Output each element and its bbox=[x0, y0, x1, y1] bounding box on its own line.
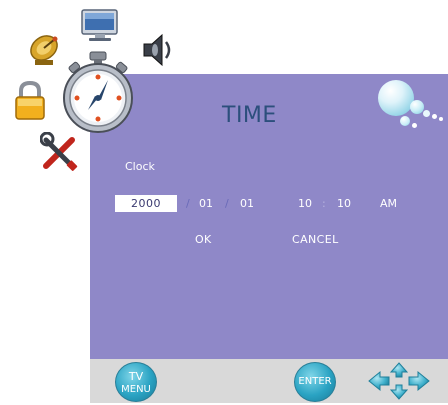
satellite-icon[interactable] bbox=[25, 30, 65, 72]
month-field[interactable]: 01 bbox=[199, 197, 213, 210]
year-field[interactable]: 2000 bbox=[115, 195, 177, 212]
enter-label: ENTER bbox=[298, 376, 332, 387]
tv-menu-label-top: TV bbox=[128, 370, 144, 383]
direction-pad-icon[interactable] bbox=[367, 361, 431, 405]
monitor-icon[interactable] bbox=[80, 8, 120, 48]
clock-label: Clock bbox=[125, 160, 155, 173]
speaker-icon[interactable] bbox=[140, 30, 174, 74]
cancel-button[interactable]: CANCEL bbox=[292, 233, 339, 246]
tools-icon[interactable] bbox=[39, 131, 80, 176]
page-title: TIME bbox=[222, 103, 277, 128]
enter-button[interactable]: ENTER bbox=[294, 362, 336, 402]
minute-field[interactable]: 10 bbox=[337, 197, 351, 210]
tv-menu-label-bottom: MENU bbox=[121, 384, 151, 395]
tv-menu-button[interactable]: TV MENU bbox=[115, 362, 157, 402]
clock-icon[interactable] bbox=[60, 50, 136, 138]
day-field[interactable]: 01 bbox=[240, 197, 254, 210]
ok-button[interactable]: OK bbox=[195, 233, 212, 246]
hour-field[interactable]: 10 bbox=[298, 197, 312, 210]
time-separator: : bbox=[322, 197, 326, 210]
lock-icon[interactable] bbox=[12, 80, 48, 126]
date-separator: / bbox=[186, 197, 190, 210]
date-separator: / bbox=[225, 197, 229, 210]
ampm-field[interactable]: AM bbox=[380, 197, 397, 210]
